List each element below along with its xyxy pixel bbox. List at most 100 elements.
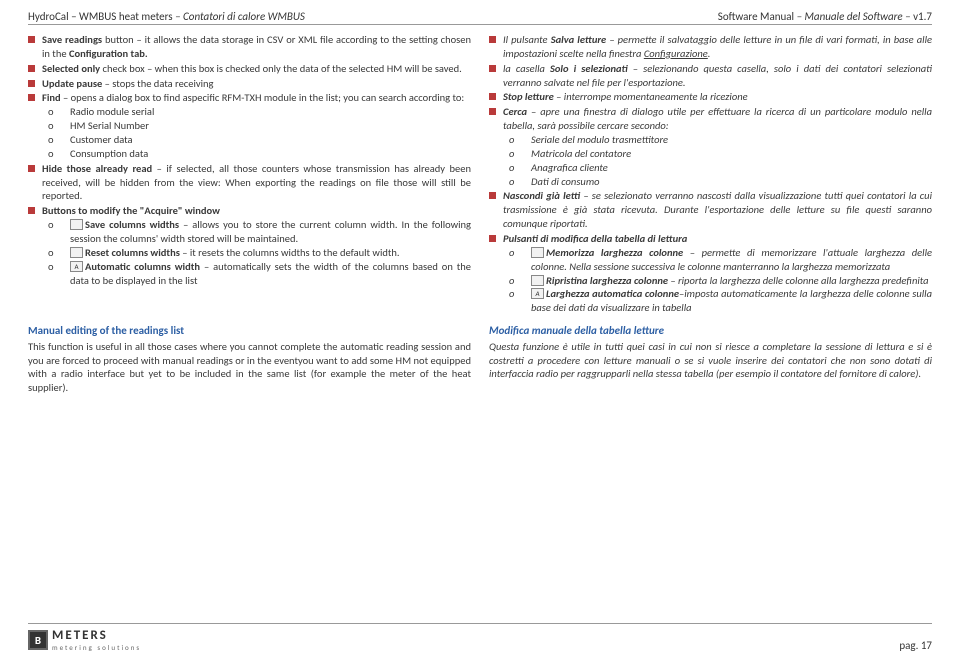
text: check box – when this box is checked onl… xyxy=(100,62,462,75)
text: – opens a dialog box to find aspecific R… xyxy=(61,91,465,104)
text: . xyxy=(708,47,711,60)
section-body-en: This function is useful in all those cas… xyxy=(28,340,471,395)
sub-list-item: oMemorizza larghezza colonne – permette … xyxy=(531,246,932,274)
page-header: HydroCal – WMBUS heat meters – Contatori… xyxy=(28,10,932,25)
column-english: Save readings button – it allows the dat… xyxy=(28,33,471,316)
sub-list: oSeriale del modulo trasmettitore oMatri… xyxy=(503,133,932,188)
header-right: Software Manual – Manuale del Software –… xyxy=(718,10,932,23)
configurazione-label: Configurazione xyxy=(644,47,708,60)
text: Seriale del modulo trasmettitore xyxy=(531,133,668,146)
header-left-en: HydroCal – WMBUS heat meters xyxy=(28,10,173,23)
sub-list-item: oRadio module serial xyxy=(70,105,471,119)
header-right-en: Software Manual xyxy=(718,10,794,23)
auto-columns-icon: A xyxy=(70,261,83,272)
manual-edit-section: Manual editing of the readings list This… xyxy=(28,324,932,395)
find-label: Find xyxy=(42,91,61,104)
sub-list-item: oALarghezza automatica colonne–imposta a… xyxy=(531,287,932,315)
text: Il pulsante xyxy=(503,33,551,46)
text: – apre una finestra di dialogo utile per… xyxy=(503,105,932,132)
text: HM Serial Number xyxy=(70,119,149,132)
auto-it-icon: A xyxy=(531,288,544,299)
save-columns-icon xyxy=(70,219,83,230)
logo-mark: B xyxy=(28,630,48,650)
bullet-list-it: Il pulsante Salva letture – permette il … xyxy=(489,33,932,315)
salva-letture-label: Salva letture xyxy=(551,33,607,46)
update-pause-label: Update pause xyxy=(42,77,102,90)
hide-already-read-label: Hide those already read xyxy=(42,162,152,175)
solo-selezionati-label: Solo i selezionati xyxy=(550,62,628,75)
header-version: v1.7 xyxy=(913,10,932,23)
page-footer: B METERS metering solutions pag. 17 xyxy=(28,623,932,652)
logo-text-wrap: METERS metering solutions xyxy=(52,628,141,652)
nascondi-letti-label: Nascondi già letti xyxy=(503,189,580,202)
config-tab-label: Configuration tab. xyxy=(69,47,148,60)
header-left: HydroCal – WMBUS heat meters – Contatori… xyxy=(28,10,305,23)
reset-columns-icon xyxy=(70,247,83,258)
list-item: Nascondi già letti – se selezionato verr… xyxy=(489,189,932,231)
stop-letture-label: Stop letture xyxy=(503,90,554,103)
text: – riporta la larghezza delle colonne all… xyxy=(668,274,928,287)
list-item: Pulsanti di modifica della tabella di le… xyxy=(489,232,932,315)
reset-cols-label: Reset columns widths xyxy=(85,246,180,259)
save-cols-label: Save columns widths xyxy=(85,218,179,231)
ripristina-icon xyxy=(531,275,544,286)
sub-list-item: oAAutomatic columns width – automaticall… xyxy=(70,260,471,288)
logo-text: METERS xyxy=(52,628,141,643)
sub-list: oMemorizza larghezza colonne – permette … xyxy=(503,246,932,315)
list-item: Hide those already read – if selected, a… xyxy=(28,162,471,204)
selected-only-label: Selected only xyxy=(42,62,100,75)
pulsanti-modifica-label: Pulsanti di modifica della tabella di le… xyxy=(503,232,687,245)
page-number: pag. 17 xyxy=(899,639,932,652)
text: Anagrafica cliente xyxy=(531,161,608,174)
column-italian: Il pulsante Salva letture – permette il … xyxy=(489,33,932,316)
main-columns: Save readings button – it allows the dat… xyxy=(28,33,932,316)
sub-list-item: oReset columns widths – it resets the co… xyxy=(70,246,471,260)
cerca-label: Cerca xyxy=(503,105,527,118)
auto-cols-label: Automatic columns width xyxy=(85,260,200,273)
memorizza-label: Memorizza larghezza colonne xyxy=(546,246,683,259)
list-item: Update pause – stops the data receiving xyxy=(28,77,471,91)
memorizza-icon xyxy=(531,247,544,258)
sub-list-item: oDati di consumo xyxy=(531,175,932,189)
sub-list-item: oAnagrafica cliente xyxy=(531,161,932,175)
list-item: Find – opens a dialog box to find aspeci… xyxy=(28,91,471,160)
text: – stops the data receiving xyxy=(102,77,213,90)
sub-list-item: oRipristina larghezza colonne – riporta … xyxy=(531,274,932,288)
list-item: Il pulsante Salva letture – permette il … xyxy=(489,33,932,61)
sub-list-item: oSeriale del modulo trasmettitore xyxy=(531,133,932,147)
list-item: Buttons to modify the "Acquire" window o… xyxy=(28,204,471,287)
section-heading-it: Modifica manuale della tabella letture xyxy=(489,324,932,339)
text: Customer data xyxy=(70,133,133,146)
text: Dati di consumo xyxy=(531,175,600,188)
header-left-it: – Contatori di calore WMBUS xyxy=(173,10,305,23)
list-item: Save readings button – it allows the dat… xyxy=(28,33,471,61)
list-item: Stop letture – interrompe momentaneament… xyxy=(489,90,932,104)
text: Matricola del contatore xyxy=(531,147,631,160)
manual-edit-en: Manual editing of the readings list This… xyxy=(28,324,471,395)
manual-edit-it: Modifica manuale della tabella letture Q… xyxy=(489,324,932,395)
sub-list-item: oCustomer data xyxy=(70,133,471,147)
list-item: Cerca – apre una finestra di dialogo uti… xyxy=(489,105,932,188)
text: Consumption data xyxy=(70,147,148,160)
save-readings-label: Save readings xyxy=(42,33,102,46)
sub-list: oSave columns widths – allows you to sto… xyxy=(42,218,471,287)
sub-list: oRadio module serial oHM Serial Number o… xyxy=(42,105,471,160)
text: Radio module serial xyxy=(70,105,154,118)
logo-subtext: metering solutions xyxy=(52,643,141,652)
ripristina-label: Ripristina larghezza colonne xyxy=(546,274,668,287)
buttons-modify-label: Buttons to modify the "Acquire" window xyxy=(42,204,220,217)
larghezza-auto-label: Larghezza automatica colonne xyxy=(546,287,679,300)
sub-list-item: oConsumption data xyxy=(70,147,471,161)
section-body-it: Questa funzione è utile in tutti quei ca… xyxy=(489,340,932,382)
header-right-it: – Manuale del Software – xyxy=(794,10,913,23)
list-item: Selected only check box – when this box … xyxy=(28,62,471,76)
section-heading-en: Manual editing of the readings list xyxy=(28,324,471,339)
sub-list-item: oMatricola del contatore xyxy=(531,147,932,161)
sub-list-item: oHM Serial Number xyxy=(70,119,471,133)
text: – interrompe momentaneamente la ricezion… xyxy=(554,90,748,103)
text: la casella xyxy=(503,62,550,75)
sub-list-item: oSave columns widths – allows you to sto… xyxy=(70,218,471,246)
brand-logo: B METERS metering solutions xyxy=(28,628,141,652)
text: – it resets the columns widths to the de… xyxy=(180,246,400,259)
list-item: la casella Solo i selezionati – selezion… xyxy=(489,62,932,90)
